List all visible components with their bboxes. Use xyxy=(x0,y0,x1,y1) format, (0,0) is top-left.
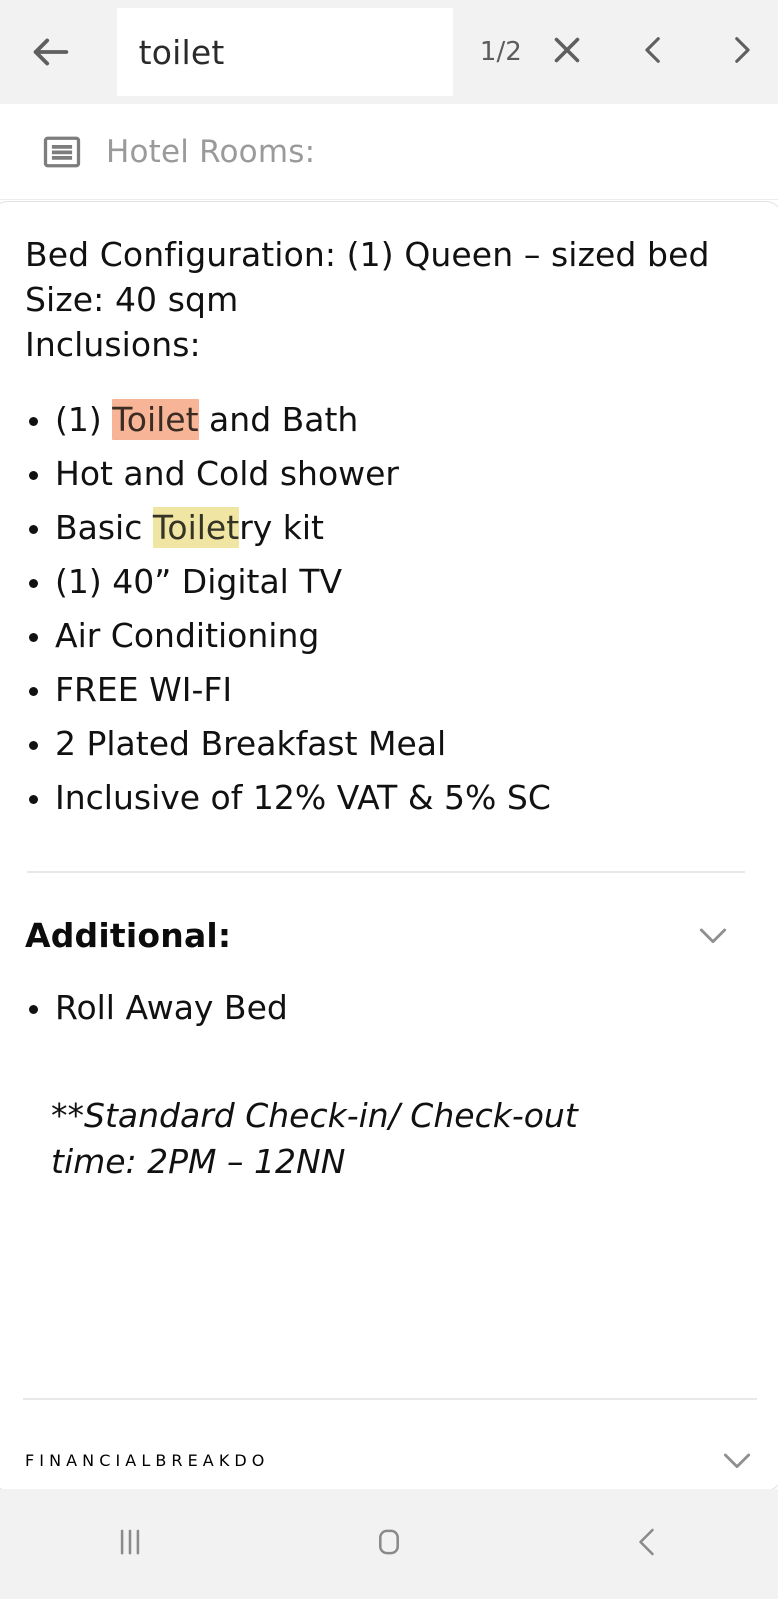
list-item: Air Conditioning xyxy=(25,609,747,663)
financial-section-divider xyxy=(23,1398,757,1400)
checkin-checkout-note: **Standard Check-in/ Check-out time: 2PM… xyxy=(25,1093,747,1185)
checkin-note-line-1: **Standard Check-in/ Check-out xyxy=(51,1096,578,1135)
section-divider xyxy=(27,871,745,873)
article-list-icon xyxy=(40,130,84,174)
back-button[interactable] xyxy=(0,0,103,104)
size-line: Size: 40 sqm xyxy=(25,280,239,319)
next-match-button[interactable] xyxy=(705,0,778,104)
list-item: (1) 40” Digital TV xyxy=(25,555,747,609)
chevron-right-icon xyxy=(724,33,758,71)
financial-heading: F I N A N C I A L B R E A K D O xyxy=(25,1450,265,1470)
back-icon xyxy=(630,1524,666,1564)
recents-icon xyxy=(111,1523,149,1565)
list-item-text: Basic xyxy=(55,508,153,547)
list-item: (1) Toilet and Bath xyxy=(25,393,747,447)
previous-match-button[interactable] xyxy=(618,0,691,104)
list-item-text: 2 Plated Breakfast Meal xyxy=(55,724,447,763)
search-match-active: Toilet xyxy=(112,399,199,440)
close-icon xyxy=(549,32,585,72)
home-button[interactable] xyxy=(259,1489,518,1599)
chevron-down-icon[interactable] xyxy=(717,1440,757,1480)
list-item: Basic Toiletry kit xyxy=(25,501,747,555)
additional-list: Roll Away Bed xyxy=(25,981,747,1035)
list-item-text: and Bath xyxy=(198,400,359,439)
list-item: FREE WI-FI xyxy=(25,663,747,717)
search-input[interactable]: toilet xyxy=(116,8,453,96)
inclusions-label: Inclusions: xyxy=(25,325,201,364)
chevron-left-icon xyxy=(637,33,671,71)
list-item: Hot and Cold shower xyxy=(25,447,747,501)
android-navigation-bar xyxy=(0,1489,778,1599)
search-input-value: toilet xyxy=(138,32,225,72)
document-header: Hotel Rooms: xyxy=(0,104,778,200)
additional-section-header[interactable]: Additional: xyxy=(25,915,747,955)
app-screen: toilet 1/2 Hotel Rooms: Bed Configuratio… xyxy=(0,0,778,1599)
list-item-text: ry kit xyxy=(239,508,324,547)
checkin-note-line-2: time: 2PM – 12NN xyxy=(51,1142,346,1181)
list-item: 2 Plated Breakfast Meal xyxy=(25,717,747,771)
list-item: Inclusive of 12% VAT & 5% SC xyxy=(25,771,747,825)
list-item-text: Air Conditioning xyxy=(55,616,320,655)
recents-button[interactable] xyxy=(0,1489,259,1599)
document-content-card[interactable]: Bed Configuration: (1) Queen – sized bed… xyxy=(0,201,778,1491)
list-item-text: FREE WI-FI xyxy=(55,670,233,709)
financial-section-header[interactable]: F I N A N C I A L B R E A K D O xyxy=(25,1440,757,1480)
chevron-down-icon[interactable] xyxy=(693,915,733,955)
page-title: Hotel Rooms: xyxy=(106,133,316,170)
bed-configuration-line: Bed Configuration: (1) Queen – sized bed xyxy=(25,235,710,274)
list-item-text: Roll Away Bed xyxy=(55,988,288,1027)
list-item-text: (1) xyxy=(55,400,113,439)
list-item-text: (1) 40” Digital TV xyxy=(55,562,343,601)
find-in-page-toolbar: toilet 1/2 xyxy=(0,0,778,104)
additional-heading: Additional: xyxy=(25,915,232,955)
match-counter: 1/2 xyxy=(479,37,522,67)
list-item-text: Hot and Cold shower xyxy=(55,454,400,493)
list-item: Roll Away Bed xyxy=(25,981,747,1035)
search-match-inactive: Toilet xyxy=(152,507,240,548)
arrow-left-icon xyxy=(28,29,74,75)
home-icon xyxy=(370,1523,408,1565)
list-item-text: Inclusive of 12% VAT & 5% SC xyxy=(55,778,551,817)
clear-search-button[interactable] xyxy=(531,0,604,104)
inclusions-list: (1) Toilet and Bath Hot and Cold shower Ba… xyxy=(25,393,747,825)
system-back-button[interactable] xyxy=(519,1489,778,1599)
